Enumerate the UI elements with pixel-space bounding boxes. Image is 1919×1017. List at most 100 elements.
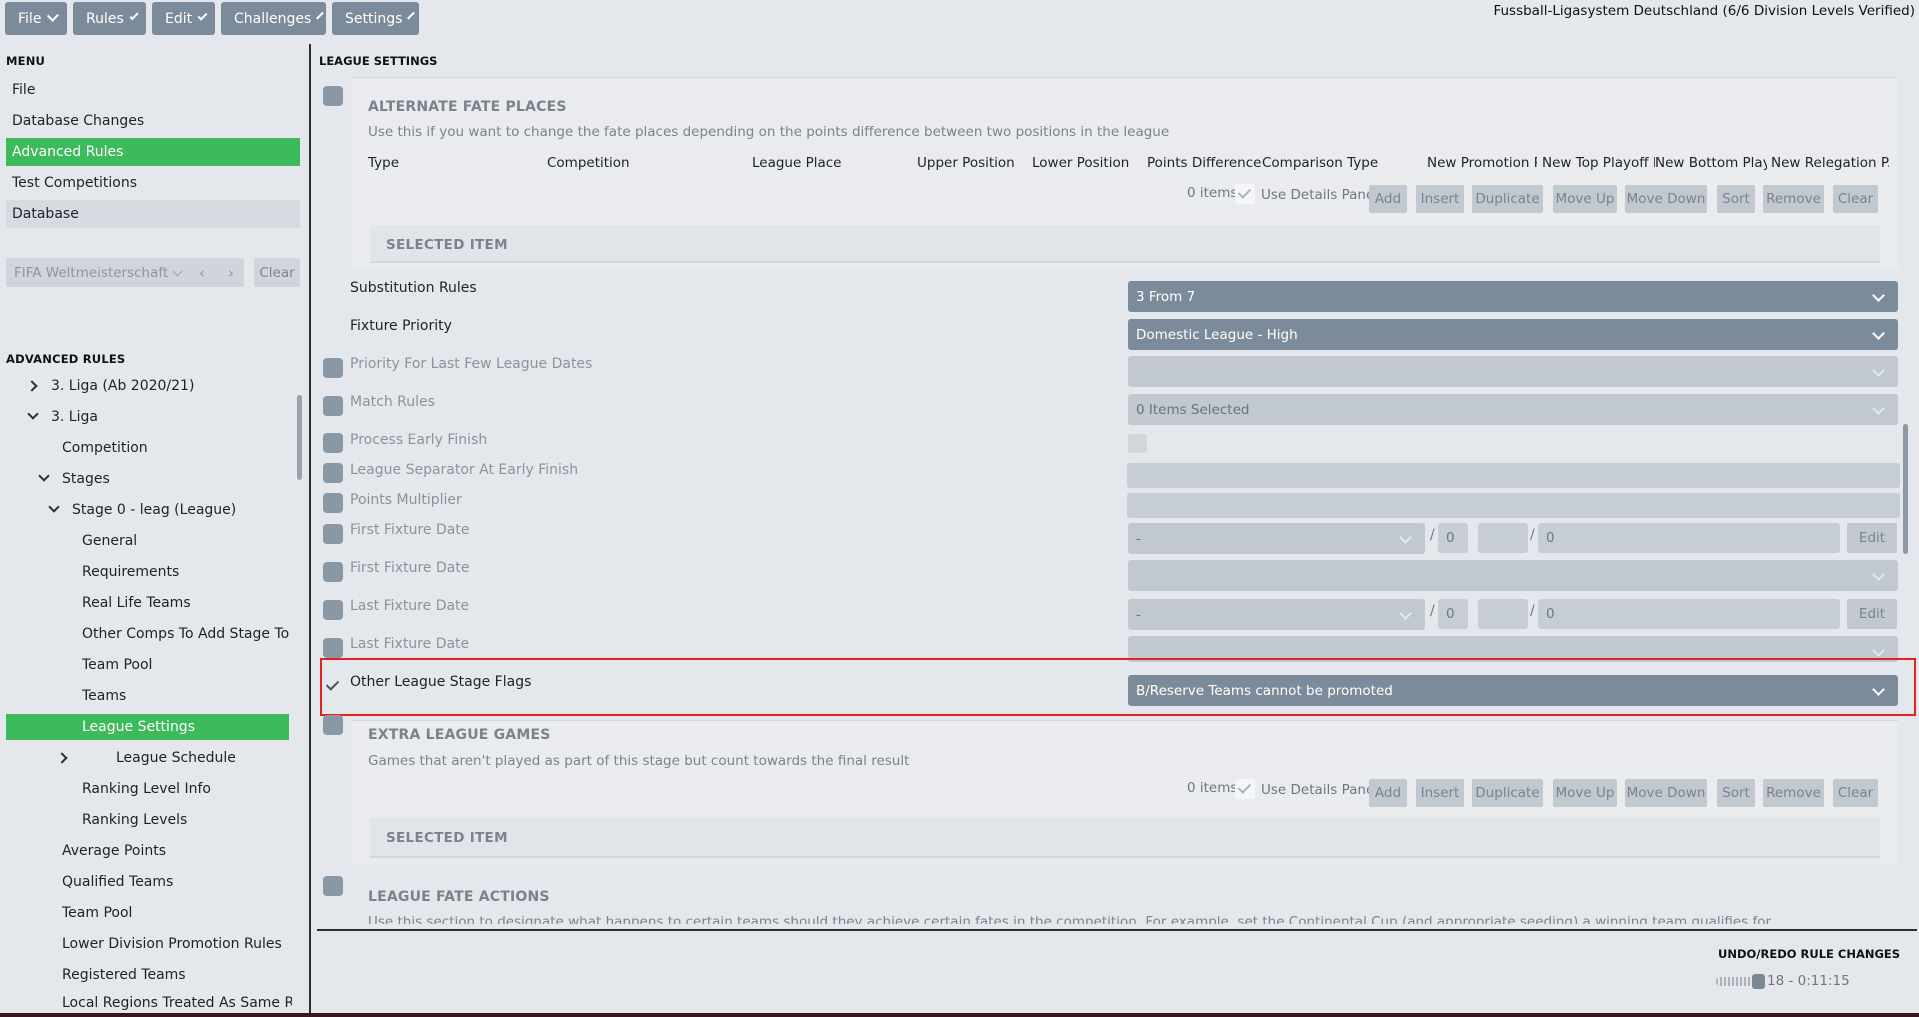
last-fixture-date-week-input[interactable] <box>1478 599 1528 629</box>
chevron-right-icon[interactable] <box>26 380 38 392</box>
priority-last-dropdown[interactable] <box>1128 356 1898 387</box>
column-header[interactable]: New Top Playoff P... <box>1542 155 1655 171</box>
duplicate-button[interactable]: Duplicate <box>1472 185 1543 213</box>
chevron-down-icon[interactable] <box>48 501 60 513</box>
main-scrollbar[interactable] <box>1903 424 1908 554</box>
remove-button[interactable]: Remove <box>1763 779 1824 807</box>
process-early-toggle[interactable] <box>1128 434 1147 453</box>
last-fixture-date-checkbox[interactable] <box>323 600 343 620</box>
column-header[interactable]: Lower Position <box>1032 155 1129 171</box>
sort-button[interactable]: Sort <box>1717 779 1755 807</box>
tree-item[interactable]: Ranking Levels <box>82 807 187 833</box>
undo-redo-slider-handle[interactable] <box>1752 974 1765 989</box>
first-fixture-date-edit-button[interactable]: Edit <box>1847 523 1897 553</box>
column-header[interactable]: League Place <box>752 155 841 171</box>
column-header[interactable]: Comparison Type <box>1262 155 1378 171</box>
tree-item[interactable]: Real Life Teams <box>82 590 191 616</box>
tree-item[interactable]: 3. Liga <box>27 404 297 430</box>
match-rules-dropdown[interactable]: 0 Items Selected <box>1128 394 1898 425</box>
add-button[interactable]: Add <box>1369 185 1407 213</box>
extra-league-games-checkbox[interactable] <box>323 715 343 735</box>
tree-item[interactable]: Competition <box>62 435 148 461</box>
insert-button[interactable]: Insert <box>1416 779 1464 807</box>
next-arrow-icon[interactable]: › <box>219 258 243 287</box>
last-fixture-date-year-input[interactable]: 0 <box>1538 599 1840 629</box>
tree-item-league-settings[interactable]: League Settings <box>6 714 289 740</box>
column-header[interactable]: Competition <box>547 155 630 171</box>
clear-button[interactable]: Clear <box>1833 779 1878 807</box>
menu-item-advanced-rules[interactable]: Advanced Rules <box>6 138 300 166</box>
menu-item-file[interactable]: File <box>6 76 300 104</box>
alternate-fate-places-checkbox[interactable] <box>323 86 343 106</box>
last-fixture-date-day-input[interactable]: 0 <box>1438 599 1468 629</box>
fixture-priority-dropdown[interactable]: Domestic League - High <box>1128 319 1898 350</box>
tree-item[interactable]: Other Comps To Add Stage To <box>82 621 289 647</box>
challenges-menu-button[interactable]: Challenges <box>221 2 326 35</box>
first-fixture-date-2-checkbox[interactable] <box>323 562 343 582</box>
column-header[interactable]: Upper Position <box>917 155 1015 171</box>
use-details-panel-checkbox[interactable] <box>1235 779 1255 799</box>
process-early-checkbox[interactable] <box>323 433 343 453</box>
tree-item[interactable]: Ranking Level Info <box>82 776 211 802</box>
column-header[interactable]: New Promotion Pl... <box>1427 155 1537 171</box>
first-fixture-date-day-input[interactable]: 0 <box>1438 523 1468 553</box>
last-fixture-date-month-dropdown[interactable]: - <box>1128 599 1425 630</box>
chevron-down-icon[interactable] <box>27 408 39 420</box>
first-fixture-date-month-dropdown[interactable]: - <box>1128 523 1425 554</box>
tree-item[interactable]: Stages <box>38 466 297 492</box>
add-button[interactable]: Add <box>1369 779 1407 807</box>
chevron-right-icon[interactable] <box>56 752 68 764</box>
use-details-panel-checkbox[interactable] <box>1235 184 1255 204</box>
tree-item[interactable]: Teams <box>82 683 126 709</box>
column-header[interactable]: New Relegation P... <box>1771 155 1889 171</box>
points-multiplier-input[interactable] <box>1127 493 1900 518</box>
column-header[interactable]: Points Difference <box>1147 155 1261 171</box>
points-multiplier-checkbox[interactable] <box>323 493 343 513</box>
tree-item[interactable]: Average Points <box>62 838 166 864</box>
rules-menu-button[interactable]: Rules <box>73 2 146 35</box>
file-menu-button[interactable]: File <box>5 2 67 35</box>
tree-item[interactable]: Team Pool <box>62 900 132 926</box>
insert-button[interactable]: Insert <box>1416 185 1464 213</box>
substitution-rules-dropdown[interactable]: 3 From 7 <box>1128 281 1898 312</box>
league-separator-input[interactable] <box>1127 463 1900 488</box>
menu-item-database-changes[interactable]: Database Changes <box>6 107 300 135</box>
league-separator-checkbox[interactable] <box>323 463 343 483</box>
tree-item[interactable]: Lower Division Promotion Rules <box>62 931 282 957</box>
move-down-button[interactable]: Move Down <box>1625 779 1707 807</box>
left-scrollbar[interactable] <box>297 395 302 480</box>
prev-arrow-icon[interactable]: ‹ <box>190 258 214 287</box>
first-fixture-date-week-input[interactable] <box>1478 523 1528 553</box>
sort-button[interactable]: Sort <box>1717 185 1755 213</box>
match-rules-checkbox[interactable] <box>323 396 343 416</box>
menu-item-test-competitions[interactable]: Test Competitions <box>6 169 300 197</box>
chevron-down-icon[interactable] <box>38 470 50 482</box>
settings-menu-button[interactable]: Settings <box>332 2 419 35</box>
column-header[interactable]: Type <box>368 155 399 171</box>
league-fate-actions-checkbox[interactable] <box>323 876 343 896</box>
tree-item[interactable]: General <box>82 528 137 554</box>
move-up-button[interactable]: Move Up <box>1553 185 1617 213</box>
priority-last-checkbox[interactable] <box>323 358 343 378</box>
tree-item[interactable]: Team Pool <box>82 652 152 678</box>
filter-clear-button[interactable]: Clear <box>254 258 300 287</box>
tree-item[interactable]: Stage 0 - leag (League) <box>48 497 297 523</box>
first-fixture-date-2-dropdown[interactable] <box>1128 560 1898 591</box>
edit-menu-button[interactable]: Edit <box>152 2 215 35</box>
column-header[interactable]: New Bottom Play... <box>1655 155 1767 171</box>
move-down-button[interactable]: Move Down <box>1625 185 1707 213</box>
move-up-button[interactable]: Move Up <box>1553 779 1617 807</box>
duplicate-button[interactable]: Duplicate <box>1472 779 1543 807</box>
tree-item[interactable]: Registered Teams <box>62 962 186 988</box>
tree-item[interactable]: Qualified Teams <box>62 869 173 895</box>
clear-button[interactable]: Clear <box>1833 185 1878 213</box>
menu-item-database[interactable]: Database <box>6 200 300 228</box>
tree-item[interactable]: Requirements <box>82 559 179 585</box>
first-fixture-date-year-input[interactable]: 0 <box>1538 523 1840 553</box>
tree-item[interactable]: League Schedule <box>56 745 297 771</box>
first-fixture-date-checkbox[interactable] <box>323 524 343 544</box>
tree-item[interactable]: 3. Liga (Ab 2020/21) <box>26 373 297 399</box>
last-fixture-date-2-checkbox[interactable] <box>323 638 343 658</box>
remove-button[interactable]: Remove <box>1763 185 1824 213</box>
last-fixture-date-edit-button[interactable]: Edit <box>1847 599 1897 629</box>
